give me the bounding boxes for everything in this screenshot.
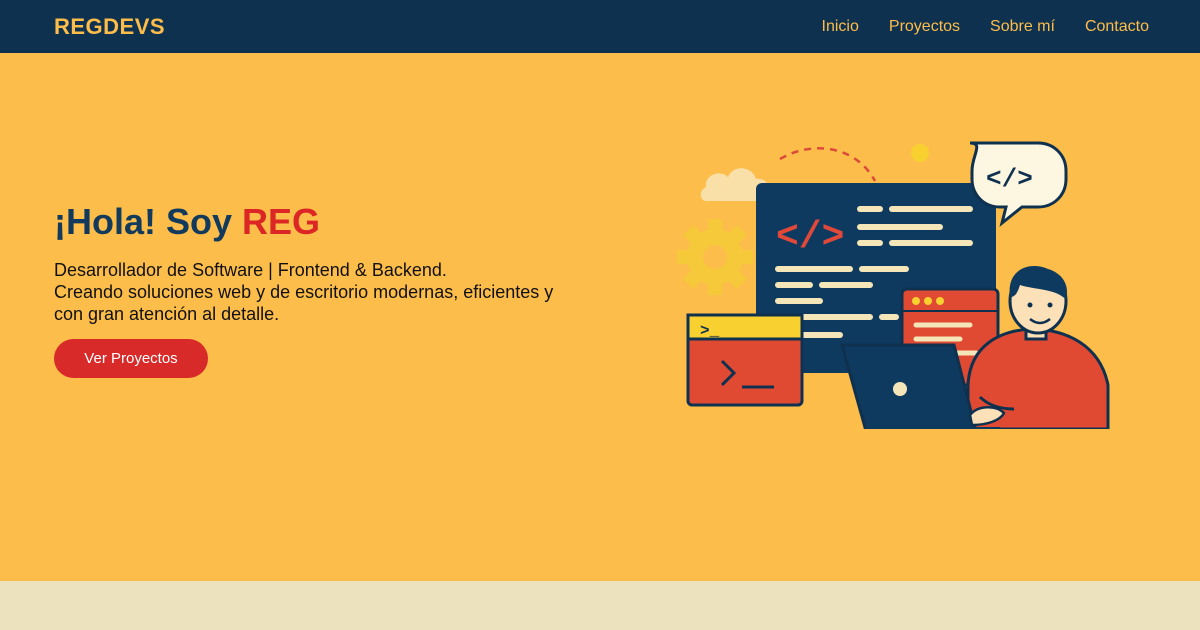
hero-line-2: Creando soluciones web y de escritorio m…	[54, 282, 554, 302]
developer-illustration: </> </> >_	[677, 141, 1110, 429]
hero-greeting: ¡Hola! Soy	[54, 201, 243, 242]
navbar: REGDEVS Inicio Proyectos Sobre mí Contac…	[0, 0, 1200, 53]
nav-link-proyectos[interactable]: Proyectos	[889, 18, 960, 36]
hero-description: Desarrollador de Software | Frontend & B…	[54, 259, 614, 325]
nav-link-inicio[interactable]: Inicio	[822, 18, 859, 36]
dashed-arc	[779, 147, 877, 182]
gear-icon	[677, 219, 753, 295]
hero-text: ¡Hola! Soy REG Desarrollador de Software…	[54, 201, 614, 378]
hero-name: REG	[242, 201, 321, 242]
hero-line-1: Desarrollador de Software | Frontend & B…	[54, 260, 447, 280]
footer-band	[0, 581, 1200, 630]
svg-text:>_: >_	[700, 322, 720, 340]
hero-title: ¡Hola! Soy REG	[54, 201, 614, 243]
brand-logo[interactable]: REGDEVS	[54, 14, 165, 40]
nav-links: Inicio Proyectos Sobre mí Contacto	[822, 18, 1149, 36]
ver-proyectos-button[interactable]: Ver Proyectos	[54, 339, 208, 378]
decor-dot	[911, 144, 929, 162]
nav-link-contacto[interactable]: Contacto	[1085, 18, 1149, 36]
hero-line-3: con gran atención al detalle.	[54, 304, 280, 324]
svg-text:</>: </>	[986, 164, 1033, 194]
nav-link-sobre-mi[interactable]: Sobre mí	[990, 18, 1055, 36]
hero-section: ¡Hola! Soy REG Desarrollador de Software…	[0, 53, 1200, 581]
svg-text:</>: </>	[776, 216, 844, 259]
terminal-icon: >_	[686, 313, 804, 407]
